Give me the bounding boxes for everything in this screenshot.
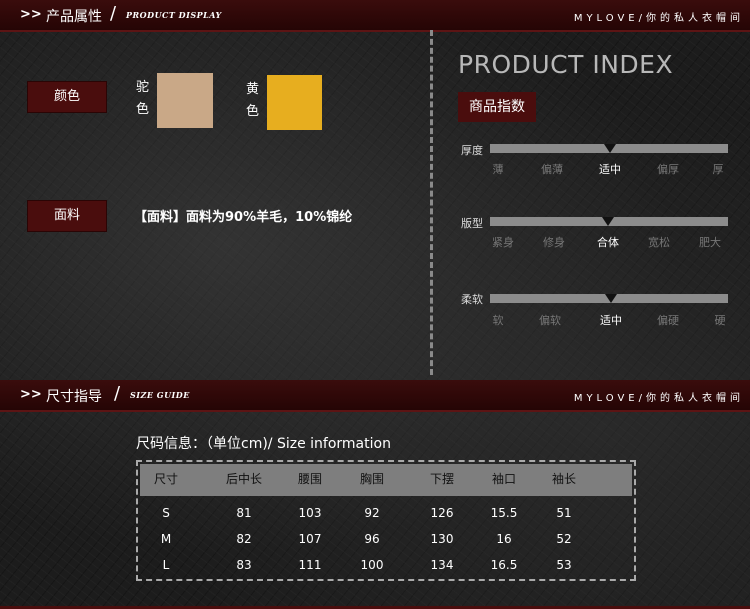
slider-option: 肥大 xyxy=(699,236,721,249)
table-header-cell: 后中长 xyxy=(225,472,263,486)
table-row-size: L xyxy=(162,558,170,572)
brand-tagline: MYLOVE/你的私人衣帽间 xyxy=(573,13,744,24)
slash-separator: / xyxy=(114,383,121,404)
table-cell: 53 xyxy=(556,558,572,572)
vertical-divider xyxy=(430,30,433,375)
table-cell: 81 xyxy=(236,506,252,520)
product-index-badge: 商品指数 xyxy=(458,92,536,122)
slider-option: 偏软 xyxy=(539,314,561,327)
color-label: 颜色 xyxy=(28,82,106,112)
arrows-icon: >> xyxy=(20,387,42,402)
color-swatch-camel[interactable] xyxy=(157,73,213,128)
arrows-icon: >> xyxy=(20,7,42,22)
table-cell: 126 xyxy=(430,506,454,520)
color-name-camel: 驼色 xyxy=(136,80,150,117)
size-table-caption: 尺码信息：（单位cm)/ Size information xyxy=(136,436,391,452)
slider-label-fit: 版型 xyxy=(461,217,483,230)
brand-tagline: MYLOVE/你的私人衣帽间 xyxy=(573,393,744,404)
slider-option: 软 xyxy=(492,314,504,327)
slider-label-thickness: 厚度 xyxy=(461,144,483,157)
table-header-cell: 袖口 xyxy=(491,472,517,486)
product-index-title: PRODUCT INDEX xyxy=(458,50,674,79)
table-cell: 16 xyxy=(496,532,512,546)
section-header-size: >> 尺寸指导 / SIZE GUIDE MYLOVE/你的私人衣帽间 xyxy=(0,380,750,412)
table-cell: 96 xyxy=(364,532,380,546)
color-swatch-yellow[interactable] xyxy=(267,75,322,130)
slider-option: 适中 xyxy=(599,163,621,176)
section-header-product: >> 产品属性 / PRODUCT DISPLAY MYLOVE/你的私人衣帽间 xyxy=(0,0,750,32)
slider-option: 紧身 xyxy=(492,236,514,249)
color-name-yellow: 黄色 xyxy=(246,82,260,119)
table-header-cell: 腰围 xyxy=(297,472,323,486)
table-row-size: M xyxy=(160,532,172,546)
table-header-cell: 胸围 xyxy=(359,472,385,486)
table-header-cell: 尺寸 xyxy=(153,472,179,486)
fabric-text: 【面料】面料为90%羊毛，10%锦纶 xyxy=(134,210,353,225)
table-cell: 52 xyxy=(556,532,572,546)
section-subtitle: PRODUCT DISPLAY xyxy=(126,10,222,20)
table-cell: 130 xyxy=(430,532,454,546)
slider-pointer-fit xyxy=(602,217,614,226)
slider-option: 合体 xyxy=(597,236,619,249)
table-cell: 111 xyxy=(298,558,322,572)
product-display-section: 颜色 驼色 黄色 面料 【面料】面料为90%羊毛，10%锦纶 xyxy=(0,30,750,380)
table-row-size: S xyxy=(162,506,170,520)
slider-label-softness: 柔软 xyxy=(461,293,483,306)
table-cell: 107 xyxy=(298,532,322,546)
table-cell: 134 xyxy=(430,558,454,572)
slider-option: 适中 xyxy=(600,314,622,327)
table-cell: 82 xyxy=(236,532,252,546)
slider-option: 厚 xyxy=(712,163,724,176)
fabric-label: 面料 xyxy=(28,201,106,231)
table-cell: 92 xyxy=(364,506,380,520)
table-cell: 83 xyxy=(236,558,252,572)
table-header-cell: 袖长 xyxy=(551,472,577,486)
table-cell: 103 xyxy=(298,506,322,520)
slider-pointer-softness xyxy=(605,294,617,303)
table-cell: 100 xyxy=(360,558,384,572)
section-subtitle: SIZE GUIDE xyxy=(130,390,190,400)
slider-option: 偏硬 xyxy=(657,314,679,327)
table-cell: 51 xyxy=(556,506,572,520)
slider-option: 薄 xyxy=(492,163,504,176)
section-title: 尺寸指导 xyxy=(46,389,102,405)
table-cell: 16.5 xyxy=(490,558,518,572)
slider-option: 偏厚 xyxy=(657,163,679,176)
slash-separator: / xyxy=(110,3,117,24)
section-title: 产品属性 xyxy=(46,9,102,25)
slider-option: 修身 xyxy=(543,236,565,249)
table-header-cell: 下摆 xyxy=(429,472,455,486)
table-cell: 15.5 xyxy=(490,506,518,520)
slider-option: 宽松 xyxy=(648,236,670,249)
slider-pointer-thickness xyxy=(604,144,616,153)
slider-option: 硬 xyxy=(714,314,726,327)
slider-option: 偏薄 xyxy=(541,163,563,176)
size-table: 尺寸 后中长 腰围 胸围 下摆 袖口 袖长 S 81 103 92 126 15.5 51 M 82 107 96… xyxy=(136,460,636,581)
